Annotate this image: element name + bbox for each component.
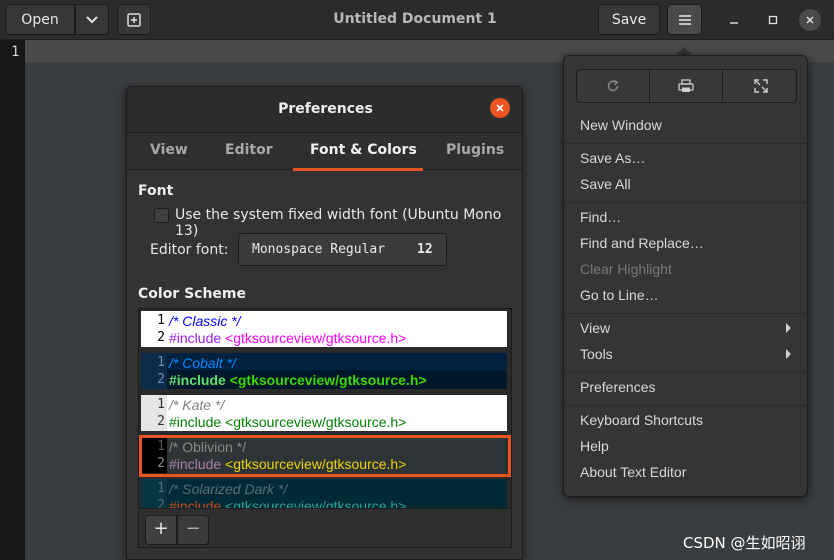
main-menu-popover: New Window Save As… Save All Find… Find …: [563, 55, 808, 497]
scheme-comment: /* Classic */: [169, 313, 241, 329]
menu-about[interactable]: About Text Editor: [580, 464, 795, 480]
tab-font-and-colors[interactable]: Font & Colors: [310, 142, 417, 158]
menu-new-window[interactable]: New Window: [580, 117, 795, 133]
menu-tools[interactable]: Tools: [580, 346, 795, 362]
menu-preferences[interactable]: Preferences: [580, 379, 795, 395]
scheme-keyword: #include: [169, 414, 222, 430]
menu-save-as[interactable]: Save As…: [580, 150, 795, 166]
print-icon: [678, 79, 694, 92]
add-scheme-button[interactable]: +: [145, 515, 177, 545]
preferences-tabs: View Editor Font & Colors Plugins: [127, 132, 522, 171]
color-scheme-heading: Color Scheme: [138, 286, 247, 302]
maximize-icon: [768, 15, 778, 25]
new-document-button[interactable]: [117, 4, 151, 35]
tab-plugins[interactable]: Plugins: [446, 142, 504, 158]
scheme-line-number: 2: [157, 372, 165, 387]
scheme-string: <gtksourceview/gtksource.h>: [221, 330, 407, 346]
selected-scheme-outline: [139, 435, 511, 477]
menu-clear-highlight: Clear Highlight: [580, 261, 672, 277]
window-title: Untitled Document 1: [333, 11, 497, 27]
chevron-down-icon: [86, 15, 98, 23]
editor-font-name: Monospace Regular: [252, 242, 386, 257]
close-icon: [496, 104, 504, 112]
scheme-keyword: #include: [169, 330, 222, 346]
scheme-line-number: 1: [157, 313, 165, 328]
new-tab-icon: [127, 12, 141, 27]
scheme-line-number: 1: [157, 355, 165, 370]
preferences-dialog: Preferences View Editor Font & Colors Pl…: [126, 86, 523, 560]
submenu-arrow-icon: [786, 349, 791, 359]
scheme-line-number: 1: [157, 397, 165, 412]
menu-help[interactable]: Help: [580, 438, 795, 454]
editor-font-button[interactable]: Monospace Regular 12: [238, 233, 447, 266]
menu-view[interactable]: View: [580, 320, 795, 336]
menu-go-to-line[interactable]: Go to Line…: [580, 287, 795, 303]
fullscreen-button[interactable]: [724, 70, 797, 102]
scheme-string: <gtksourceview/gtksource.h>: [221, 414, 407, 430]
minimize-button[interactable]: [723, 9, 745, 31]
menu-save-all[interactable]: Save All: [580, 176, 795, 192]
scheme-include-line: #include <gtksourceview/gtksource.h>: [169, 330, 406, 346]
scheme-line-number: 1: [157, 481, 165, 496]
scheme-line-number: 2: [157, 414, 165, 429]
use-system-font-checkbox[interactable]: [154, 208, 169, 223]
reload-button[interactable]: [577, 70, 650, 102]
tab-editor[interactable]: Editor: [225, 142, 273, 158]
close-icon: [806, 16, 814, 24]
maximize-button[interactable]: [762, 9, 784, 31]
save-button[interactable]: Save: [598, 4, 660, 35]
main-menu-button[interactable]: [667, 4, 702, 35]
dialog-close-button[interactable]: [490, 98, 510, 118]
remove-scheme-button[interactable]: −: [177, 515, 209, 545]
line-number-gutter: [0, 40, 25, 560]
scheme-comment: /* Cobalt */: [169, 355, 236, 371]
menu-separator: [564, 143, 807, 144]
editor-font-size: 12: [417, 242, 433, 257]
menu-toolbar: [576, 69, 797, 103]
menu-view-label: View: [580, 320, 611, 336]
hamburger-menu-icon: [678, 14, 691, 25]
menu-separator: [564, 202, 807, 203]
text-editor-window: Open Untitled Document 1 Save 1 Preferen…: [0, 0, 834, 560]
close-window-button[interactable]: [799, 9, 821, 31]
menu-tools-label: Tools: [580, 346, 613, 362]
scheme-include-line: #include <gtksourceview/gtksource.h>: [169, 414, 406, 430]
editor-font-label: Editor font:: [150, 242, 229, 258]
open-button[interactable]: Open: [5, 4, 75, 35]
minimize-icon: [730, 22, 738, 24]
scheme-kate[interactable]: 1 2 /* Kate */ #include <gtksourceview/g…: [141, 395, 507, 431]
scheme-list-toolbar: + −: [138, 508, 512, 548]
tab-view[interactable]: View: [150, 142, 188, 158]
open-recent-dropdown-button[interactable]: [75, 4, 109, 35]
scheme-comment: /* Solarized Dark */: [169, 481, 288, 497]
scheme-cobalt[interactable]: 1 2 /* Cobalt */ #include <gtksourceview…: [141, 353, 507, 389]
font-section-heading: Font: [138, 183, 174, 199]
scheme-keyword: #include: [169, 372, 226, 388]
scheme-comment: /* Kate */: [169, 397, 225, 413]
reload-icon: [607, 79, 619, 92]
menu-separator: [564, 405, 807, 406]
menu-separator: [564, 313, 807, 314]
menu-find-and-replace[interactable]: Find and Replace…: [580, 235, 795, 251]
print-button[interactable]: [650, 70, 723, 102]
menu-separator: [564, 372, 807, 373]
menu-find[interactable]: Find…: [580, 209, 795, 225]
dialog-titlebar: Preferences: [127, 87, 522, 132]
active-tab-indicator: [293, 168, 423, 171]
watermark: CSDN @生如昭诩: [683, 534, 806, 552]
submenu-arrow-icon: [786, 323, 791, 333]
dialog-title: Preferences: [278, 101, 373, 117]
scheme-include-line: #include <gtksourceview/gtksource.h>: [169, 372, 427, 388]
scheme-string: <gtksourceview/gtksource.h>: [225, 372, 427, 388]
open-button-label: Open: [21, 11, 59, 28]
scheme-classic[interactable]: 1 2 /* Classic */ #include <gtksourcevie…: [141, 311, 507, 347]
menu-keyboard-shortcuts[interactable]: Keyboard Shortcuts: [580, 412, 795, 428]
scheme-line-number: 2: [157, 330, 165, 345]
save-button-label: Save: [611, 11, 647, 28]
line-number: 1: [11, 44, 20, 60]
fullscreen-icon: [753, 79, 768, 93]
header-bar: Open Untitled Document 1 Save: [0, 0, 834, 40]
